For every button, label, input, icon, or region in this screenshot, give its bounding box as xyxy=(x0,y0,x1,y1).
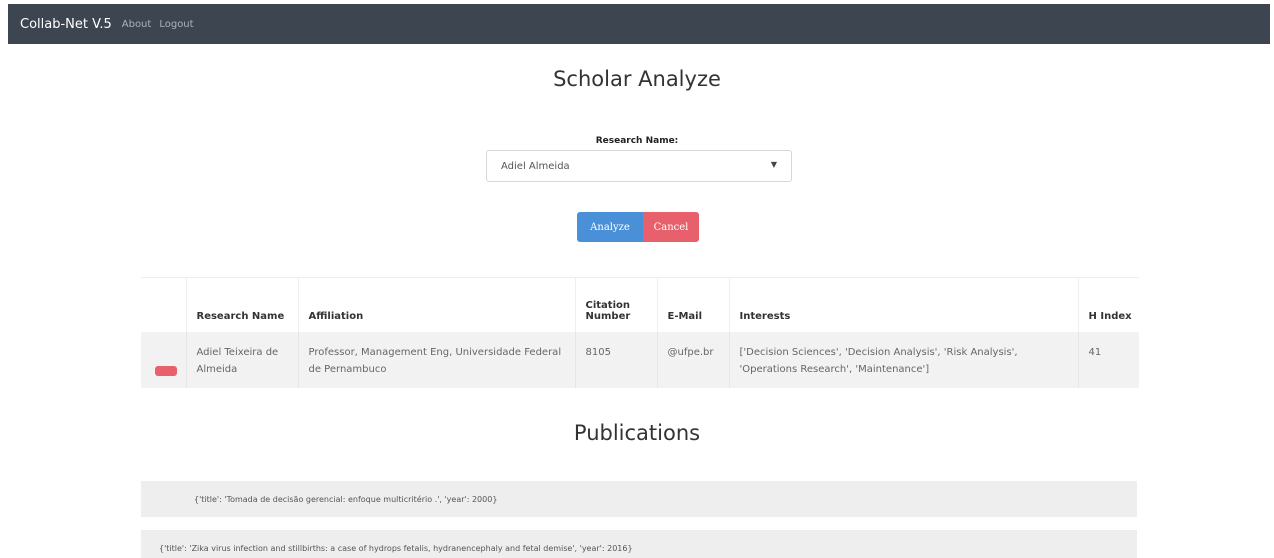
research-name-select[interactable]: Adiel Almeida ▼ xyxy=(486,150,792,182)
table-header-affiliation: Affiliation xyxy=(298,277,576,332)
table-header-select xyxy=(141,277,187,332)
cell-research-name: Adiel Teixeira de Almeida xyxy=(186,331,299,388)
cancel-button[interactable]: Cancel xyxy=(643,212,699,242)
table-header-research-name: Research Name xyxy=(186,277,299,332)
table-row: Adiel Teixeira de Almeida Professor, Man… xyxy=(141,331,1139,388)
table-header-interests: Interests xyxy=(729,277,1079,332)
dropdown-arrow-icon: ▼ xyxy=(770,160,777,169)
cell-interests: ['Decision Sciences', 'Decision Analysis… xyxy=(729,331,1079,388)
publications-title: Publications xyxy=(573,421,701,445)
remove-row-button[interactable] xyxy=(155,365,177,376)
research-name-selected-value: Adiel Almeida xyxy=(501,160,570,172)
table-header-row: Research Name Affiliation Citation Numbe… xyxy=(141,277,1139,332)
table-header-citation-number: Citation Number xyxy=(575,277,658,332)
nav-link-about[interactable]: About xyxy=(122,19,152,30)
top-navbar: Collab-Net V.5 About Logout xyxy=(8,4,1270,44)
cell-affiliation: Professor, Management Eng, Universidade … xyxy=(298,331,576,388)
brand-logo[interactable]: Collab-Net V.5 xyxy=(20,17,112,32)
cell-email: @ufpe.br xyxy=(657,331,730,388)
research-name-label: Research Name: xyxy=(595,136,679,146)
table-header-h-index: H Index xyxy=(1078,277,1139,332)
publication-item: {'title': 'Tomada de decisão gerencial: … xyxy=(141,481,1137,517)
cell-citations: 8105 xyxy=(575,331,658,388)
analyze-button[interactable]: Analyze xyxy=(577,212,643,242)
nav-link-logout[interactable]: Logout xyxy=(159,19,193,30)
scholar-table: Research Name Affiliation Citation Numbe… xyxy=(141,277,1139,388)
row-action-cell xyxy=(141,331,187,388)
page-title: Scholar Analyze xyxy=(553,67,721,91)
table-header-email: E-Mail xyxy=(657,277,730,332)
publication-item: {'title': 'Zika virus infection and stil… xyxy=(141,530,1137,558)
cell-h-index: 41 xyxy=(1088,346,1102,358)
